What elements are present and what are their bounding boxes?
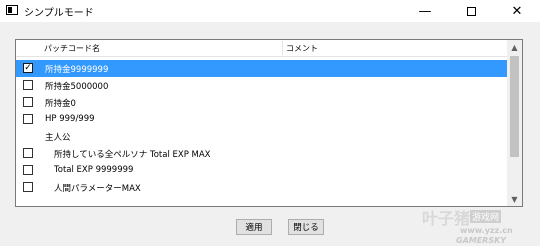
row-checkbox[interactable] (23, 165, 33, 175)
row-checkbox[interactable] (23, 182, 33, 192)
minimize-button[interactable]: — (402, 0, 448, 22)
close-window-button[interactable]: ✕ (494, 0, 540, 22)
app-icon (6, 5, 18, 15)
patch-code-list: パッチコード名 コメント ✓ 所持金9999999 所持金5000000 所持金0 HP… (15, 39, 523, 207)
column-separator[interactable] (282, 41, 283, 55)
row-checkbox[interactable] (23, 148, 33, 158)
list-item-label: 所持している全ペルソナ Total EXP MAX (54, 150, 211, 160)
list-item-label: Total EXP 9999999 (54, 165, 134, 175)
list-item[interactable]: HP 999/999 (16, 111, 507, 128)
list-item-label: 所持金5000000 (45, 82, 109, 92)
apply-button[interactable]: 適用 (236, 219, 272, 235)
window-title: シンプルモード (24, 8, 94, 19)
watermark-brand: GAMERSKY (456, 236, 507, 245)
list-item-label: 所持金9999999 (45, 65, 109, 75)
watermark-url: www.yzz.cn (460, 226, 513, 235)
list-item[interactable]: 所持している全ペルソナ Total EXP MAX (16, 145, 507, 162)
maximize-icon (466, 6, 476, 16)
row-checkbox[interactable]: ✓ (23, 63, 33, 73)
vertical-scrollbar[interactable]: ▲ ▼ (507, 40, 522, 206)
watermark-badge: 游戏网 (470, 210, 502, 223)
list-item[interactable]: ✓ 所持金9999999 (16, 60, 507, 77)
close-button[interactable]: 閉じる (288, 219, 324, 235)
scroll-up-icon[interactable]: ▲ (507, 40, 522, 54)
title-bar: シンプルモード — ✕ (0, 0, 540, 22)
row-checkbox[interactable] (23, 97, 33, 107)
minimize-icon: — (418, 3, 432, 19)
scrollbar-thumb[interactable] (510, 56, 519, 157)
list-item-label: 主人公 (45, 133, 71, 143)
list-item-label: 所持金0 (45, 99, 76, 109)
close-icon: ✕ (511, 3, 523, 19)
list-item[interactable]: Total EXP 9999999 (16, 162, 507, 179)
list-item[interactable]: 所持金0 (16, 94, 507, 111)
watermark: 叶子猪 游戏网 www.yzz.cn GAMERSKY (422, 200, 540, 246)
list-item-label: HP 999/999 (45, 114, 95, 124)
list-header: パッチコード名 コメント (16, 40, 507, 57)
list-item[interactable]: 主人公 (16, 128, 507, 145)
list-item[interactable]: 人間パラメーターMAX (16, 179, 507, 196)
list-item-label: 人間パラメーターMAX (54, 184, 141, 194)
row-checkbox[interactable] (23, 80, 33, 90)
maximize-button[interactable] (448, 0, 494, 22)
list-item[interactable]: 所持金5000000 (16, 77, 507, 94)
row-checkbox[interactable] (23, 114, 33, 124)
column-header-comment[interactable]: コメント (286, 43, 318, 54)
column-header-patch-code-name[interactable]: パッチコード名 (44, 43, 100, 54)
